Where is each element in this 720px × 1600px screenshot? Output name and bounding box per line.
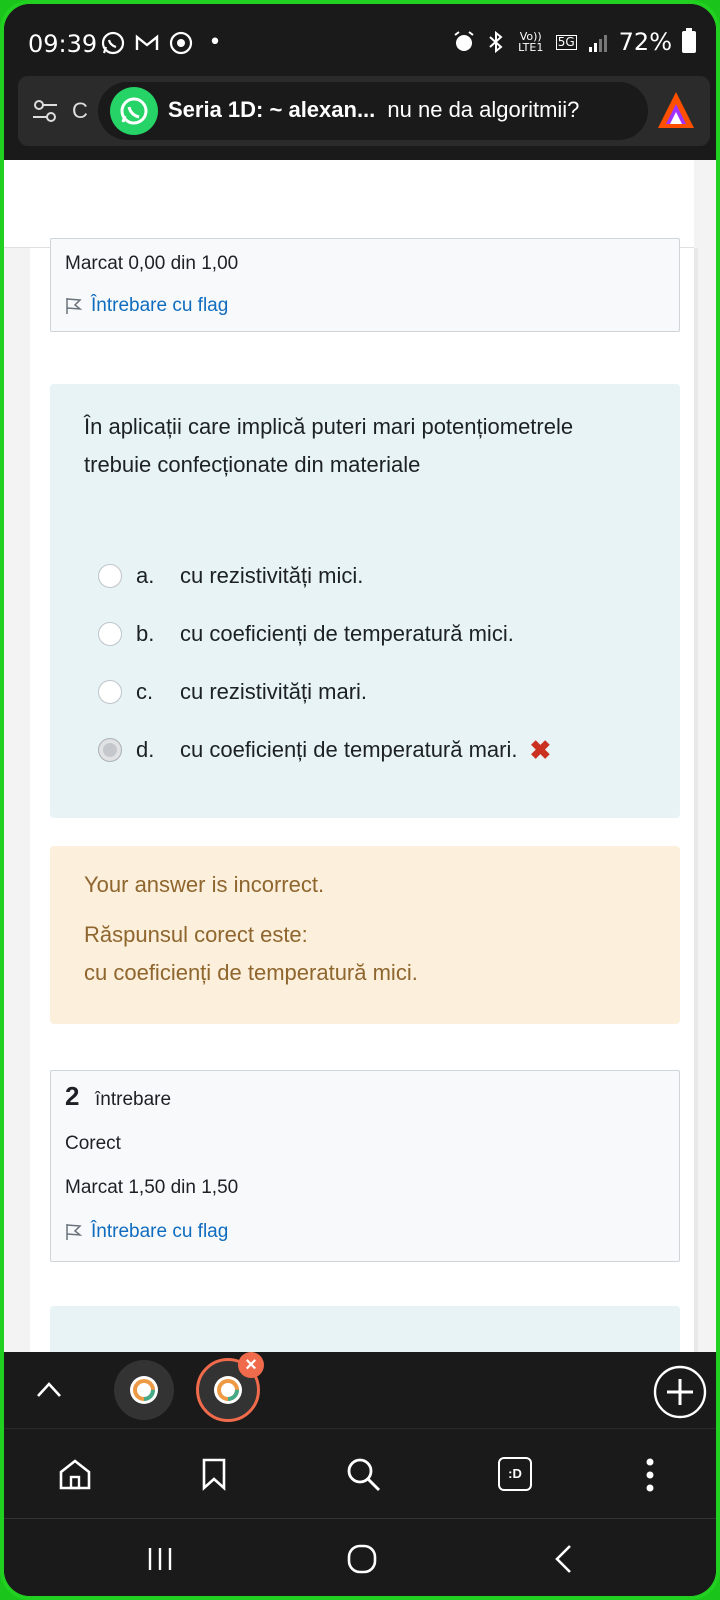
answer-option-a[interactable]: a. cu rezistivități mici. bbox=[98, 556, 363, 596]
incorrect-icon: ✖ bbox=[529, 734, 552, 765]
marks-text: Marcat 0,00 din 1,00 bbox=[65, 253, 239, 274]
battery-percent: 72% bbox=[618, 28, 672, 56]
quiz-review-page: Marcat 0,00 din 1,00 Întrebare cu flag Î… bbox=[30, 238, 694, 1352]
flag-question-link[interactable]: Întrebare cu flag bbox=[65, 1221, 228, 1243]
radio-button[interactable] bbox=[98, 564, 122, 588]
gmail-notification-icon bbox=[135, 34, 159, 50]
tabs-counter-label: :D bbox=[508, 1466, 522, 1481]
system-navigation-bar bbox=[4, 1518, 716, 1596]
url-prefix: C bbox=[72, 98, 88, 123]
correct-answer-label: Răspunsul corect este: bbox=[84, 922, 308, 947]
question-state: Corect bbox=[65, 1133, 121, 1154]
radio-button-selected[interactable] bbox=[98, 738, 122, 762]
radio-button[interactable] bbox=[98, 680, 122, 704]
web-content: Marcat 0,00 din 1,00 Întrebare cu flag Î… bbox=[4, 160, 716, 1352]
new-tab-icon[interactable] bbox=[652, 1364, 708, 1420]
feedback-status: Your answer is incorrect. bbox=[84, 872, 325, 897]
answer-option-c[interactable]: c. cu rezistivități mari. bbox=[98, 672, 367, 712]
page-header bbox=[4, 160, 694, 248]
answer-option-b[interactable]: b. cu coeficienți de temperatură mici. bbox=[98, 614, 514, 654]
question-number: 2 bbox=[65, 1081, 80, 1111]
flag-link-text: Întrebare cu flag bbox=[91, 295, 229, 316]
chrome-notification-icon bbox=[169, 31, 193, 55]
scrollbar[interactable] bbox=[694, 248, 698, 1352]
status-indicators: Vo)) LTE1 5G 72% bbox=[452, 28, 696, 56]
answer-text: cu coeficienți de temperatură mici. bbox=[180, 621, 514, 646]
bookmark-icon[interactable] bbox=[200, 1457, 228, 1491]
chevron-up-icon[interactable] bbox=[34, 1378, 64, 1402]
tabs-counter-button[interactable]: :D bbox=[498, 1457, 532, 1491]
flag-icon bbox=[66, 1224, 83, 1240]
page-title: Seria 1D: ~ alexan... nu ne da algoritmi… bbox=[168, 97, 579, 123]
browser-toolbar: :D bbox=[4, 1428, 716, 1518]
address-bar[interactable]: C Seria 1D: ~ alexan... nu ne da algorit… bbox=[18, 76, 710, 146]
answer-text: cu rezistivități mici. bbox=[180, 563, 364, 588]
flag-question-link[interactable]: Întrebare cu flag bbox=[65, 295, 228, 317]
tab-strip: × bbox=[4, 1352, 716, 1428]
next-question-content bbox=[50, 1306, 680, 1352]
status-time: 09:39 bbox=[28, 30, 98, 58]
home-icon[interactable] bbox=[58, 1457, 92, 1491]
question-info-box: Marcat 0,00 din 1,00 Întrebare cu flag bbox=[50, 238, 680, 332]
recent-apps-icon[interactable] bbox=[146, 1545, 174, 1573]
answer-letter: c. bbox=[136, 679, 154, 704]
whatsapp-icon bbox=[110, 87, 158, 135]
flag-link-text: Întrebare cu flag bbox=[91, 1221, 229, 1242]
home-button-icon[interactable] bbox=[346, 1543, 378, 1575]
question-label: întrebare bbox=[95, 1089, 172, 1110]
flag-icon bbox=[66, 298, 83, 314]
feedback-box: Your answer is incorrect. Răspunsul core… bbox=[50, 846, 680, 1024]
marks-text: Marcat 1,50 din 1,50 bbox=[65, 1177, 239, 1198]
notification-icons: • bbox=[100, 30, 228, 56]
answer-letter: b. bbox=[136, 621, 155, 646]
answer-letter: d. bbox=[136, 737, 155, 762]
tab-thumbnail[interactable] bbox=[114, 1360, 174, 1420]
bluetooth-icon bbox=[489, 30, 503, 54]
site-settings-icon[interactable] bbox=[30, 96, 60, 126]
answer-letter: a. bbox=[136, 563, 155, 588]
question-2-info-box: 2 întrebare Corect Marcat 1,50 din 1,50 … bbox=[50, 1070, 680, 1262]
battery-icon bbox=[682, 28, 696, 53]
question-text: În aplicații care implică puteri mari po… bbox=[84, 414, 574, 477]
volte-indicator: Vo)) LTE1 bbox=[518, 30, 544, 54]
brave-rewards-icon[interactable] bbox=[656, 90, 696, 132]
network-type: 5G bbox=[555, 34, 577, 50]
phone-screen: 09:39 • Vo)) LTE1 5G 72% C Seria 1D: ~ a… bbox=[0, 0, 720, 1600]
page-favicon-icon bbox=[130, 1376, 158, 1404]
signal-icon bbox=[588, 35, 607, 52]
shared-link-pill[interactable]: Seria 1D: ~ alexan... nu ne da algoritmi… bbox=[98, 82, 648, 140]
whatsapp-notification-icon bbox=[101, 31, 125, 55]
answer-text: cu coeficienți de temperatură mari. bbox=[180, 737, 518, 762]
close-tab-icon[interactable]: × bbox=[238, 1352, 264, 1378]
chat-title: Seria 1D: ~ alexan... bbox=[168, 97, 376, 122]
more-options-icon[interactable] bbox=[644, 1457, 656, 1493]
more-notifications-dot: • bbox=[208, 30, 222, 55]
radio-button[interactable] bbox=[98, 622, 122, 646]
answer-text: cu rezistivități mari. bbox=[180, 679, 368, 704]
status-bar: 09:39 • Vo)) LTE1 5G 72% bbox=[4, 4, 716, 80]
correct-answer-text: cu coeficienți de temperatură mici. bbox=[84, 960, 418, 985]
question-content: În aplicații care implică puteri mari po… bbox=[50, 384, 680, 818]
answer-option-d[interactable]: d. cu coeficienți de temperatură mari. ✖ bbox=[98, 730, 551, 770]
search-icon[interactable] bbox=[344, 1455, 382, 1493]
back-icon[interactable] bbox=[552, 1543, 576, 1575]
chat-message: nu ne da algoritmii? bbox=[387, 97, 580, 122]
alarm-icon bbox=[454, 31, 474, 51]
